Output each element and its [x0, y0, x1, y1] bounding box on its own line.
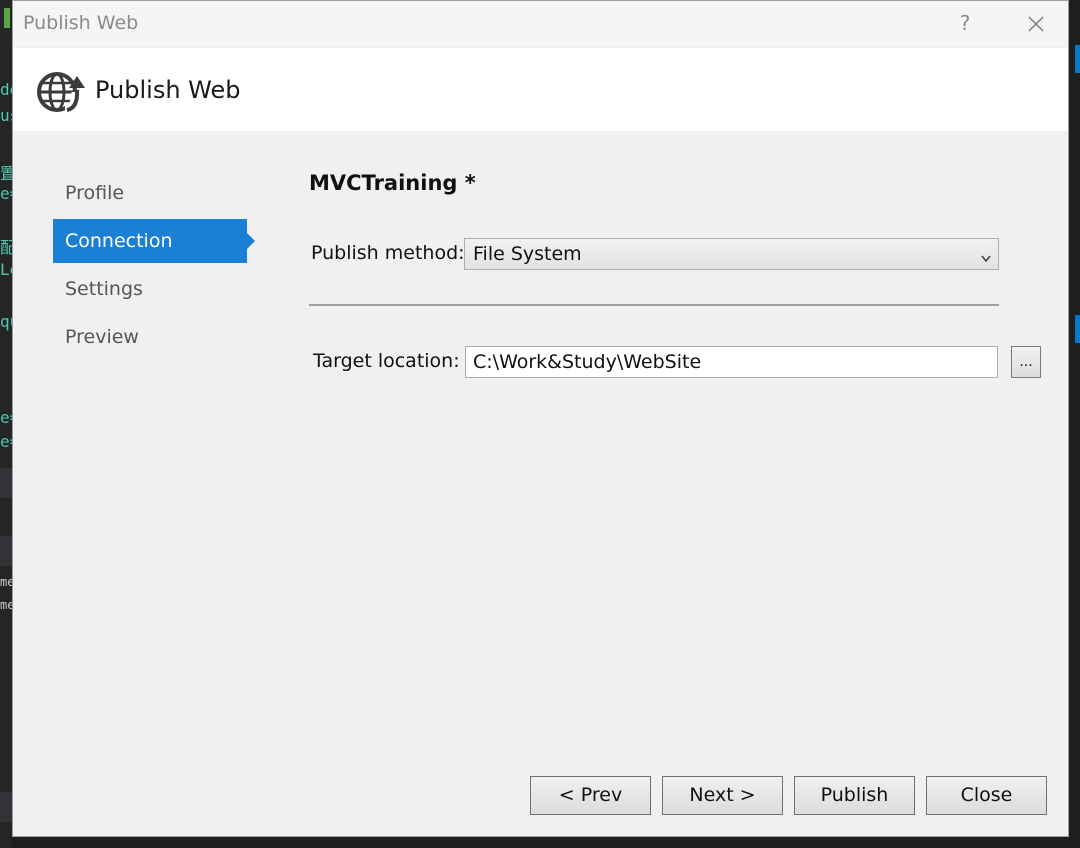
next-button[interactable]: Next > — [662, 776, 783, 815]
publish-button[interactable]: Publish — [794, 776, 915, 815]
close-button[interactable]: Close — [926, 776, 1047, 815]
nav-item-profile[interactable]: Profile — [53, 171, 247, 215]
title-bar[interactable]: Publish Web ? — [13, 1, 1068, 46]
background-run-marker — [4, 8, 10, 28]
background-output-fragment: me — [0, 598, 12, 612]
chevron-down-icon — [980, 249, 992, 263]
background-code-fragment: qu — [0, 312, 12, 331]
background-code-fragment: e= — [0, 432, 12, 451]
background-code-fragment: us — [0, 106, 12, 125]
background-output-fragment: me — [0, 575, 12, 589]
background-code-fragment: de — [0, 80, 12, 99]
window-title: Publish Web — [23, 12, 139, 34]
publish-method-label: Publish method: — [311, 242, 465, 264]
background-panel-bar — [0, 536, 12, 566]
target-location-label: Target location: — [313, 350, 460, 372]
nav-item-connection[interactable]: Connection — [53, 219, 255, 263]
publish-method-value: File System — [473, 243, 582, 265]
publish-web-dialog: Publish Web ? Publish Web Profile Connec… — [12, 0, 1069, 837]
help-icon[interactable]: ? — [953, 11, 977, 35]
background-code-fragment: 置 — [0, 164, 12, 183]
dialog-header: Publish Web — [13, 48, 1068, 131]
globe-publish-icon — [35, 68, 85, 114]
section-divider — [309, 304, 999, 306]
nav-item-settings[interactable]: Settings — [53, 267, 247, 311]
background-scroll-marker — [1075, 315, 1080, 343]
background-scroll-marker — [1075, 45, 1080, 73]
target-location-input[interactable] — [465, 346, 998, 378]
background-code-fragment: 配 — [0, 238, 12, 257]
background-code-fragment: e= — [0, 184, 12, 203]
browse-button[interactable]: ... — [1011, 346, 1041, 378]
publish-method-select[interactable]: File System — [464, 238, 999, 270]
background-panel-bar — [0, 468, 12, 498]
background-code-fragment: Le — [0, 260, 12, 279]
profile-name: MVCTraining * — [309, 171, 476, 195]
background-panel-bar — [0, 792, 12, 822]
nav-item-preview[interactable]: Preview — [53, 315, 247, 359]
dialog-header-title: Publish Web — [95, 76, 241, 104]
prev-button[interactable]: < Prev — [530, 776, 651, 815]
background-code-fragment: e= — [0, 408, 12, 427]
close-icon[interactable] — [1023, 9, 1049, 37]
